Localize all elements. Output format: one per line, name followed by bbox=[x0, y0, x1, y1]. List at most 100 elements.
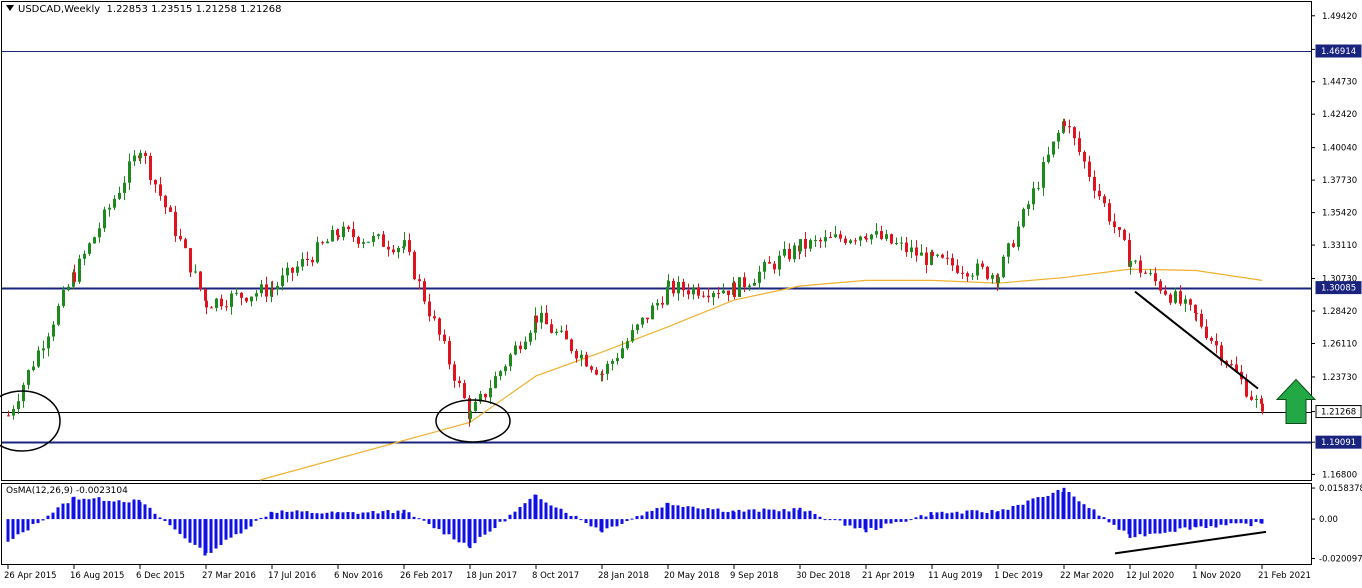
candle-down bbox=[199, 271, 202, 289]
candle-up bbox=[641, 317, 644, 325]
candle-down bbox=[484, 393, 487, 398]
osma-bar bbox=[239, 519, 243, 534]
osma-bar bbox=[468, 519, 472, 549]
osma-bar bbox=[833, 519, 837, 521]
candle-up bbox=[1174, 291, 1177, 303]
osma-bar bbox=[381, 511, 385, 520]
osma-bar bbox=[275, 512, 279, 520]
candle-up bbox=[509, 354, 512, 367]
candle-up bbox=[362, 242, 365, 244]
osma-bar bbox=[625, 519, 629, 522]
osma-bar bbox=[762, 508, 766, 520]
candle-down bbox=[682, 281, 685, 291]
divergence-line-annotation bbox=[1114, 530, 1267, 555]
osma-bar bbox=[1234, 519, 1238, 524]
osma-bar bbox=[990, 509, 994, 520]
osma-bar bbox=[1239, 519, 1243, 524]
candle-up bbox=[342, 226, 345, 238]
osma-bar bbox=[163, 519, 167, 522]
price-tick-label: 1.16800 bbox=[1322, 470, 1357, 480]
osma-bar bbox=[1087, 508, 1091, 520]
candle-up bbox=[1047, 154, 1050, 163]
osma-bar bbox=[153, 513, 157, 520]
osma-bar bbox=[290, 511, 294, 520]
candle-down bbox=[595, 369, 598, 375]
candle-up bbox=[1255, 398, 1258, 400]
candle-up bbox=[372, 235, 375, 242]
osma-bar bbox=[666, 502, 670, 520]
osma-bar bbox=[503, 519, 507, 522]
osma-bar bbox=[777, 511, 781, 520]
candle-up bbox=[504, 366, 507, 372]
osma-bar bbox=[462, 519, 466, 543]
candle-down bbox=[1078, 138, 1081, 152]
osma-bar bbox=[879, 519, 883, 529]
candle-up bbox=[900, 242, 903, 244]
candle-down bbox=[1098, 190, 1101, 197]
osma-bar bbox=[803, 511, 807, 520]
candle-down bbox=[702, 295, 705, 297]
candle-down bbox=[428, 301, 431, 317]
candle-up bbox=[255, 293, 258, 297]
time-tick-label: 11 Aug 2019 bbox=[928, 571, 982, 581]
osma-bar bbox=[1036, 497, 1040, 520]
osma-bar bbox=[478, 519, 482, 537]
candle-down bbox=[854, 240, 857, 242]
osma-bar bbox=[630, 518, 634, 520]
candle-up bbox=[712, 293, 715, 298]
osma-bar bbox=[188, 519, 192, 543]
osma-bar bbox=[874, 519, 878, 530]
osma-bar bbox=[193, 519, 197, 545]
osma-bar bbox=[935, 512, 939, 520]
osma-bar bbox=[843, 519, 847, 526]
osma-bar bbox=[346, 512, 350, 520]
dropdown-triangle-icon[interactable] bbox=[6, 5, 14, 11]
osma-bar bbox=[1056, 489, 1060, 520]
candle-up bbox=[83, 253, 86, 259]
osma-bar bbox=[1163, 519, 1167, 533]
candle-up bbox=[651, 305, 654, 320]
time-tick-label: 6 Nov 2016 bbox=[334, 571, 383, 581]
osma-bar bbox=[635, 516, 639, 520]
osma-bar bbox=[594, 519, 598, 528]
osma-bar bbox=[1254, 519, 1258, 522]
candle-down bbox=[915, 247, 918, 256]
osma-bar bbox=[701, 509, 705, 520]
osma-bar bbox=[209, 519, 213, 553]
candle-up bbox=[260, 284, 263, 294]
osma-bar bbox=[1062, 487, 1066, 520]
osma-bar bbox=[46, 515, 50, 520]
osma-bar bbox=[1229, 519, 1233, 524]
candle-up bbox=[88, 243, 91, 254]
candle-up bbox=[824, 237, 827, 242]
osma-bar bbox=[655, 508, 659, 520]
osma-bar bbox=[1249, 519, 1253, 527]
candle-up bbox=[123, 182, 126, 193]
candle-down bbox=[1154, 273, 1157, 282]
osma-bar bbox=[204, 519, 208, 553]
candle-up bbox=[763, 262, 766, 272]
candle-down bbox=[265, 284, 268, 297]
osma-bar bbox=[1173, 519, 1177, 532]
candle-down bbox=[1073, 127, 1076, 139]
osma-bar bbox=[914, 517, 918, 520]
candle-up bbox=[377, 234, 380, 236]
osma-bar bbox=[356, 513, 360, 520]
time-tick-label: 26 Feb 2017 bbox=[400, 571, 453, 581]
candle-up bbox=[331, 229, 334, 242]
candle-up bbox=[235, 292, 238, 294]
candle-down bbox=[743, 277, 746, 288]
candle-down bbox=[1200, 313, 1203, 327]
candle-up bbox=[57, 305, 60, 325]
osma-bar bbox=[894, 519, 898, 523]
candle-up bbox=[403, 240, 406, 247]
candle-down bbox=[179, 236, 182, 240]
osma-bar bbox=[584, 519, 588, 524]
osma-bar bbox=[1260, 519, 1264, 524]
candle-up bbox=[1032, 188, 1035, 205]
osma-bar bbox=[325, 512, 329, 520]
price-tick-label: 1.44730 bbox=[1322, 78, 1357, 88]
candle-up bbox=[250, 296, 253, 302]
candle-up bbox=[494, 376, 497, 389]
candle-up bbox=[276, 285, 279, 290]
